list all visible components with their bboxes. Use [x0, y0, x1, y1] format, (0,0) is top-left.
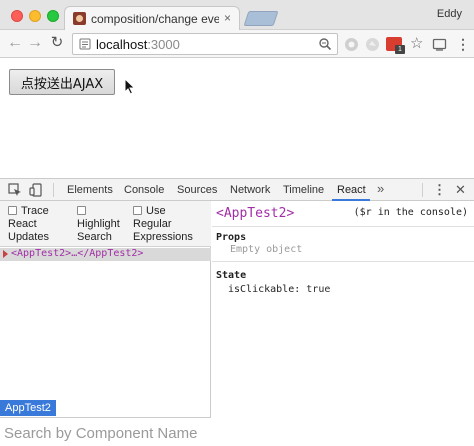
mouse-cursor-icon — [124, 78, 136, 95]
new-tab-button[interactable] — [243, 11, 279, 26]
browser-tab[interactable]: composition/change events te × — [64, 6, 240, 31]
forward-arrow-icon[interactable]: → — [26, 34, 44, 52]
tab-react[interactable]: React — [337, 184, 366, 196]
inspector-header: <AppTest2> ($r in the console) — [212, 201, 474, 227]
more-tabs-icon[interactable]: » — [377, 181, 384, 196]
devtools-close-icon[interactable]: ✕ — [455, 182, 466, 198]
extension-icon[interactable] — [365, 37, 380, 52]
tab-title: composition/change events te — [91, 12, 219, 26]
inspect-element-icon[interactable] — [8, 183, 22, 197]
browser-menu-icon[interactable]: ⋮ — [456, 37, 470, 51]
extension-badge: 1 — [395, 45, 405, 54]
tab-elements[interactable]: Elements — [67, 184, 113, 196]
extension-icon[interactable] — [344, 37, 359, 52]
url-port: :3000 — [147, 37, 180, 52]
cast-icon[interactable] — [432, 37, 447, 52]
highlight-search-checkbox[interactable] — [77, 206, 86, 215]
url-text: localhost:3000 — [96, 37, 180, 52]
tab-console[interactable]: Console — [124, 184, 164, 196]
selected-component-name: <AppTest2> — [216, 206, 295, 221]
tree-options-bar: Trace React Updates Highlight Search Use R… — [0, 201, 211, 247]
toolbar-divider — [53, 183, 54, 197]
breadcrumb-apptest2[interactable]: AppTest2 — [0, 400, 56, 416]
state-title: State — [216, 270, 247, 281]
back-arrow-icon[interactable]: ← — [6, 34, 24, 52]
regular-expressions-label: Regular Expressions — [133, 218, 193, 243]
state-separator: : — [294, 284, 307, 295]
address-bar[interactable]: localhost:3000 — [72, 33, 338, 55]
minimize-window-button[interactable] — [29, 10, 41, 22]
state-entry[interactable]: isClickable: true — [228, 284, 330, 295]
use-regex-checkbox[interactable] — [133, 206, 142, 215]
tree-node-label: <AppTest2>…</AppTest2> — [11, 248, 144, 259]
toolbar-divider — [422, 183, 423, 197]
props-empty: Empty object — [230, 244, 303, 255]
close-window-button[interactable] — [11, 10, 23, 22]
state-key: isClickable — [228, 284, 295, 295]
use-label: Use — [146, 205, 166, 217]
zoom-icon[interactable] — [318, 37, 332, 51]
tab-sources[interactable]: Sources — [177, 184, 217, 196]
tab-network[interactable]: Network — [230, 184, 270, 196]
trace-label: Trace — [21, 205, 49, 217]
component-tree-pane: Trace React Updates Highlight Search Use R… — [0, 201, 211, 446]
section-divider — [212, 261, 474, 262]
expand-arrow-icon[interactable] — [3, 250, 8, 258]
component-inspector-pane: <AppTest2> ($r in the console) Props Emp… — [212, 201, 474, 446]
trace-react-updates-checkbox[interactable] — [8, 206, 17, 215]
tab-close-icon[interactable]: × — [224, 11, 231, 25]
tab-timeline[interactable]: Timeline — [283, 184, 324, 196]
favicon-icon — [73, 12, 86, 25]
zoom-window-button[interactable] — [47, 10, 59, 22]
props-title: Props — [216, 232, 247, 243]
bookmark-star-icon[interactable]: ☆ — [410, 36, 423, 51]
devtools-menu-icon[interactable]: ⋮ — [433, 182, 446, 198]
reload-icon[interactable]: ↻ — [48, 34, 66, 52]
component-search-input[interactable] — [4, 422, 208, 444]
browser-toolbar: ← → ↻ localhost:3000 1 ☆ ⋮ — [0, 30, 474, 58]
devtools-toolbar: Elements Console Sources Network Timelin… — [0, 178, 474, 201]
trace-react-updates-option[interactable]: Trace React Updates — [8, 205, 49, 244]
tree-row-apptest2[interactable]: <AppTest2>…</AppTest2> — [0, 248, 211, 261]
highlight-search-option[interactable]: Highlight Search — [77, 205, 120, 244]
device-mode-icon[interactable] — [29, 183, 43, 197]
highlight-search-label: Highlight Search — [77, 218, 120, 243]
url-host: localhost — [96, 37, 148, 52]
title-bar: composition/change events te × Eddy — [0, 0, 474, 31]
console-hint: ($r in the console) — [353, 207, 468, 218]
use-regular-expressions-option[interactable]: Use Regular Expressions — [133, 205, 193, 244]
component-search-box — [0, 417, 211, 446]
page-info-icon[interactable] — [79, 38, 91, 50]
state-value[interactable]: true — [306, 284, 330, 295]
send-ajax-button[interactable]: 点按送出AJAX — [9, 69, 115, 95]
react-updates-label: React Updates — [8, 218, 49, 243]
profile-name[interactable]: Eddy — [437, 8, 462, 20]
